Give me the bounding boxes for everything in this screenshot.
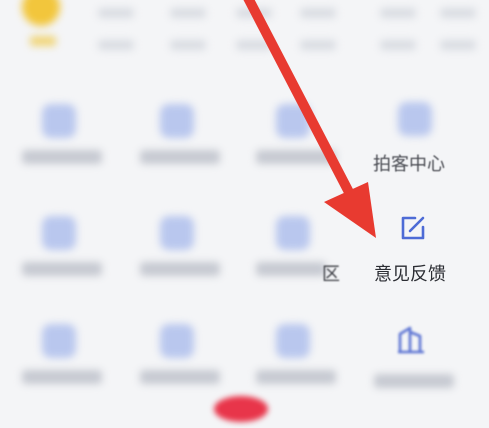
feedback-label: 意见反馈 [374, 264, 446, 285]
stat-label [236, 40, 272, 50]
stat-value [300, 8, 336, 18]
grid-item-label [256, 370, 336, 384]
bottom-action-indicator[interactable] [214, 396, 268, 422]
stat-label [98, 40, 134, 50]
grid-item-icon [160, 324, 194, 358]
grid-item-icon [42, 216, 76, 250]
grid-item-label [140, 262, 220, 276]
grid-item-label [140, 370, 220, 384]
grid-item-icon [398, 102, 432, 136]
grid-item-label [22, 370, 102, 384]
grid-item[interactable] [14, 98, 114, 208]
grid-item[interactable] [14, 318, 114, 428]
grid-item-photographer-center[interactable] [364, 94, 464, 204]
stat-value [98, 8, 134, 18]
grid-item-icon [276, 216, 310, 250]
grid-item-label [140, 150, 220, 164]
grid-item[interactable] [14, 210, 114, 320]
stat-value [440, 8, 476, 18]
grid-item-label [22, 262, 102, 276]
photographer-center-label[interactable]: 拍客中心 [373, 150, 445, 176]
grid-item-icon [42, 324, 76, 358]
grid-item[interactable] [248, 98, 348, 208]
stat-value [380, 8, 416, 18]
stat-value [236, 8, 272, 18]
feedback-menu-item[interactable]: 意见反馈 [364, 204, 464, 314]
grid-item-label-partial: 区 [322, 264, 340, 285]
grid-item[interactable] [132, 210, 232, 320]
grid-item-label [256, 150, 336, 164]
edit-note-icon [401, 216, 425, 240]
grid-item-icon [160, 104, 194, 138]
grid-item-icon [276, 104, 310, 138]
stat-label [440, 40, 476, 50]
grid-item-icon [42, 104, 76, 138]
avatar-badge [30, 36, 56, 46]
stat-label [380, 40, 416, 50]
building-icon [398, 326, 424, 354]
grid-item-label [22, 150, 102, 164]
stat-value [170, 8, 206, 18]
grid-item-label [256, 262, 326, 276]
grid-item-icon [276, 324, 310, 358]
profile-stats-row [0, 0, 489, 70]
grid-item-label [374, 374, 454, 388]
grid-item-building[interactable] [364, 318, 464, 428]
grid-item-icon [160, 216, 194, 250]
grid-item[interactable] [132, 98, 232, 208]
stat-label [170, 40, 206, 50]
avatar[interactable] [22, 0, 60, 26]
stat-label [300, 40, 336, 50]
